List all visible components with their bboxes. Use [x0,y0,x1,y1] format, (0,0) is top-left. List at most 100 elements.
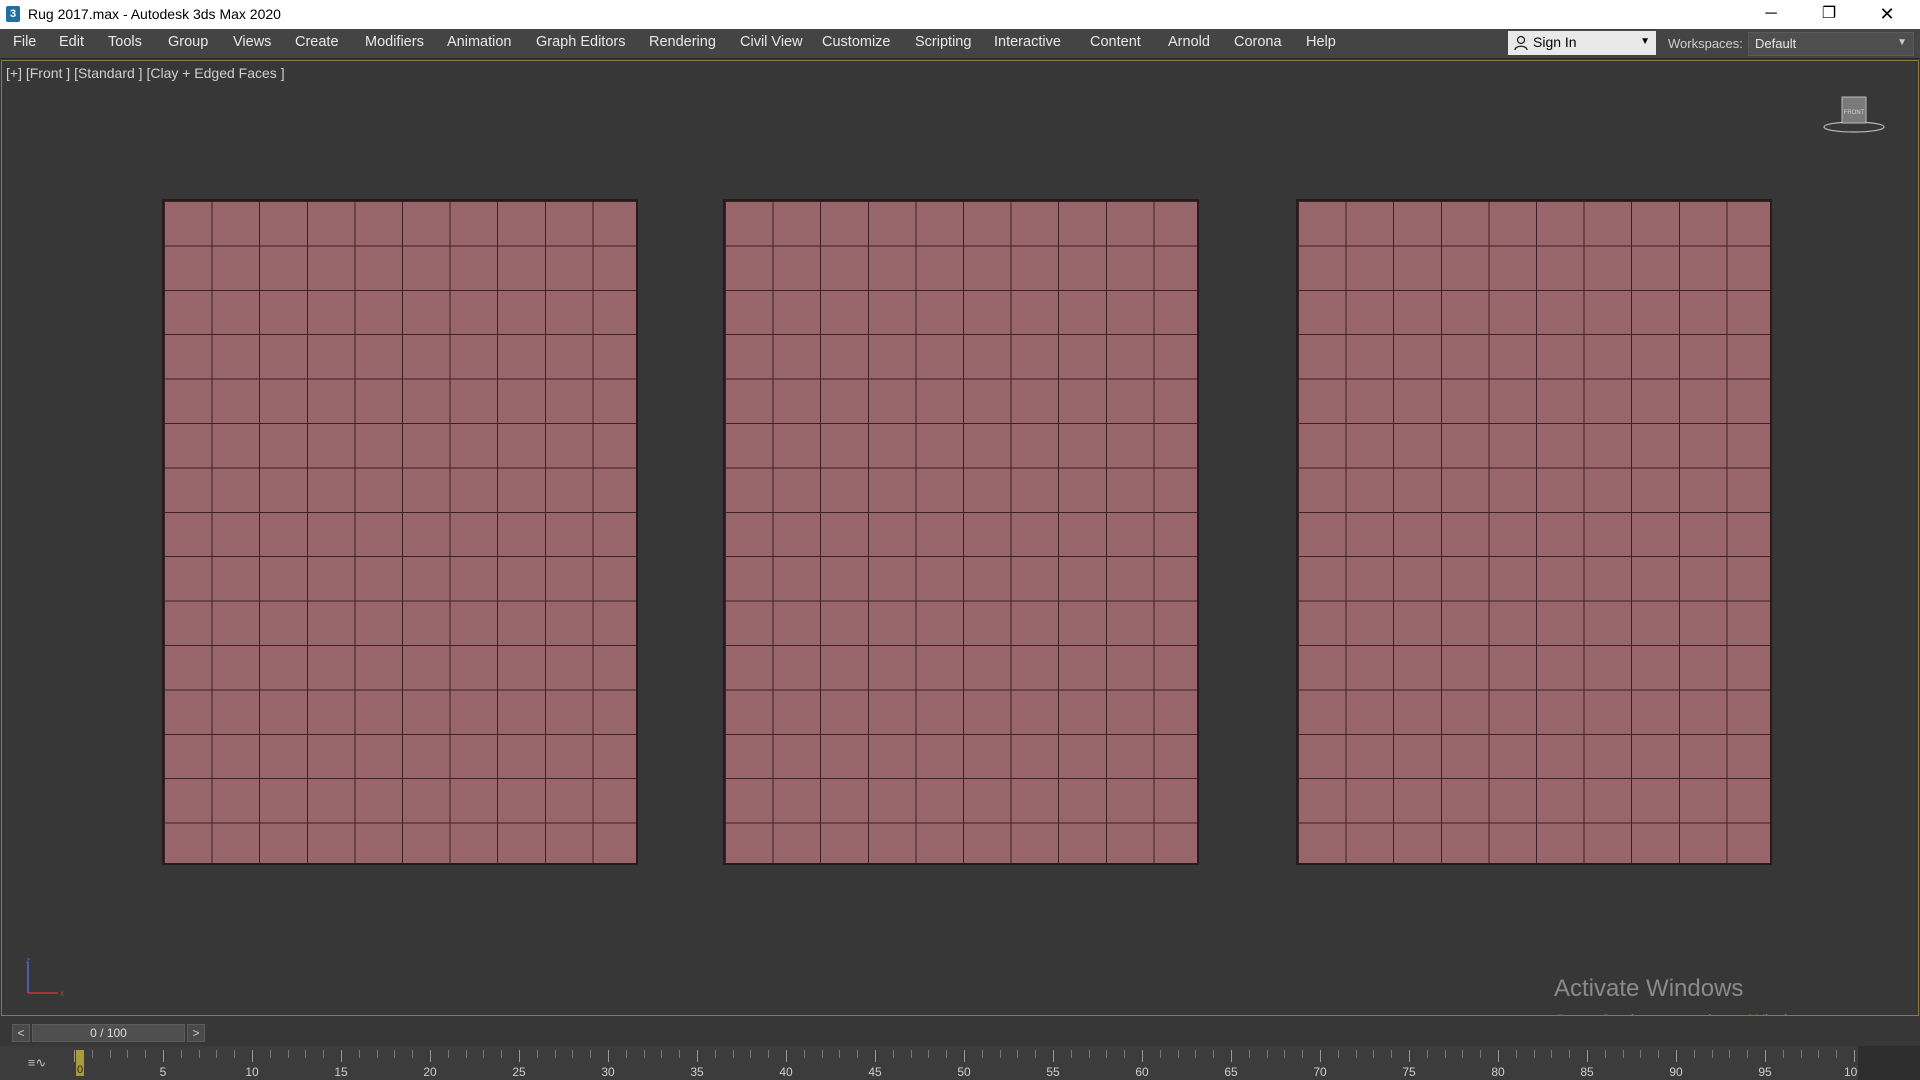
menu-views[interactable]: Views [229,29,275,58]
ruler-tick [1337,1050,1339,1058]
ruler-tick [447,1050,449,1058]
ruler-tick [1836,1050,1838,1058]
ruler-tick-label: 15 [334,1065,348,1079]
sign-in-dropdown[interactable]: Sign In ▼ [1508,31,1656,55]
menu-corona[interactable]: Corona [1230,29,1286,58]
ruler-tick [1604,1050,1606,1058]
rug-object-3[interactable] [1296,199,1772,865]
user-icon [1514,35,1528,51]
menu-help[interactable]: Help [1302,29,1340,58]
ruler-tick [1444,1050,1446,1058]
workspaces-value: Default [1755,36,1797,51]
ruler-tick [608,1050,609,1062]
minimize-button[interactable]: ─ [1742,0,1800,29]
menu-graph-editors[interactable]: Graph Editors [532,29,629,58]
ruler-tick-label: 40 [779,1065,793,1079]
ruler-tick [661,1050,663,1058]
ruler-tick [1640,1050,1642,1058]
frame-ruler[interactable]: 5 10 15 20 25 30 35 40 45 50 55 60 65 70 75 80 85 90 95 100 [74,1050,1864,1080]
ruler-tick [999,1050,1001,1058]
ruler-tick-label: 80 [1491,1065,1505,1079]
ruler-tick [892,1050,894,1058]
menu-tools[interactable]: Tools [104,29,146,58]
ruler-tick [1320,1050,1321,1062]
axis-z-label: z [26,957,30,965]
ruler-tick [714,1050,716,1058]
close-button[interactable]: ✕ [1858,0,1916,29]
ruler-tick [732,1050,734,1058]
viewcube-icon[interactable]: FRONT [1816,95,1886,139]
ruler-tick [1177,1050,1179,1058]
ruler-tick-label: 20 [423,1065,437,1079]
menu-group[interactable]: Group [164,29,212,58]
time-cursor-label: 0 [77,1064,84,1076]
ruler-tick [501,1050,503,1058]
ruler-tick-label: 70 [1313,1065,1327,1079]
previous-frame-button[interactable]: < [12,1024,30,1042]
ruler-tick [857,1050,859,1058]
ruler-tick [1053,1050,1054,1062]
ruler-tick [1231,1050,1232,1062]
menu-rendering[interactable]: Rendering [645,29,720,58]
front-viewport[interactable]: [+] [Front ] [Standard ] [Clay + Edged F… [1,60,1919,1030]
sign-in-label: Sign In [1533,34,1577,50]
ruler-tick [1391,1050,1393,1058]
ruler-end-panel [1858,1046,1920,1080]
ruler-tick [643,1050,645,1058]
menu-create[interactable]: Create [291,29,343,58]
ruler-tick [216,1050,218,1058]
ruler-tick [821,1050,823,1058]
axis-x-label: x [60,989,64,998]
time-slider[interactable]: 0 / 100 [32,1024,185,1042]
rug-object-1[interactable] [162,199,638,865]
ruler-tick [1515,1050,1517,1058]
ruler-tick [252,1050,253,1062]
ruler-tick-label: 95 [1758,1065,1772,1079]
ruler-tick [1088,1050,1090,1058]
menu-interactive[interactable]: Interactive [990,29,1065,58]
next-frame-button[interactable]: > [187,1024,205,1042]
ruler-tick [1302,1050,1304,1058]
ruler-tick [1035,1050,1037,1058]
menu-civil-view[interactable]: Civil View [736,29,807,58]
menu-modifiers[interactable]: Modifiers [361,29,428,58]
ruler-tick [875,1050,876,1062]
ruler-tick [483,1050,485,1058]
ruler-tick [768,1050,770,1058]
ruler-tick [1017,1050,1019,1058]
ruler-tick [786,1050,787,1062]
window-title: Rug 2017.max - Autodesk 3ds Max 2020 [28,6,281,22]
ruler-tick-label: 55 [1046,1065,1060,1079]
viewport-label[interactable]: [+] [Front ] [Standard ] [Clay + Edged F… [6,65,285,81]
menu-customize[interactable]: Customize [818,29,895,58]
ruler-tick [572,1050,574,1058]
ruler-tick [180,1050,182,1058]
ruler-tick [163,1050,164,1062]
3dsmax-app-icon[interactable]: 3 [6,6,20,22]
ruler-tick-label: 10 [245,1065,259,1079]
menu-edit[interactable]: Edit [55,29,88,58]
restore-button[interactable]: ❐ [1800,0,1858,29]
ruler-tick [412,1050,414,1058]
ruler-tick [109,1050,111,1058]
menu-animation[interactable]: Animation [443,29,515,58]
menu-arnold[interactable]: Arnold [1164,29,1214,58]
menu-scripting[interactable]: Scripting [911,29,975,58]
ruler-tick-label: 45 [868,1065,882,1079]
ruler-tick [981,1050,983,1058]
ruler-tick [1711,1050,1713,1058]
ruler-tick [1676,1050,1677,1062]
menu-content[interactable]: Content [1086,29,1145,58]
ruler-tick [1551,1050,1553,1058]
ruler-tick [964,1050,965,1062]
ruler-tick-label: 75 [1402,1065,1416,1079]
curve-editor-icon[interactable]: ≡∿ [24,1055,50,1073]
rug-object-2[interactable] [723,199,1199,865]
ruler-tick [1765,1050,1766,1062]
menu-file[interactable]: File [9,29,40,58]
chevron-down-icon: ▼ [1640,36,1650,47]
workspaces-select[interactable]: Default ▼ [1748,32,1914,56]
ruler-tick [1480,1050,1482,1058]
ruler-tick [1106,1050,1108,1058]
activation-watermark-title: Activate Windows [1554,975,1744,1002]
